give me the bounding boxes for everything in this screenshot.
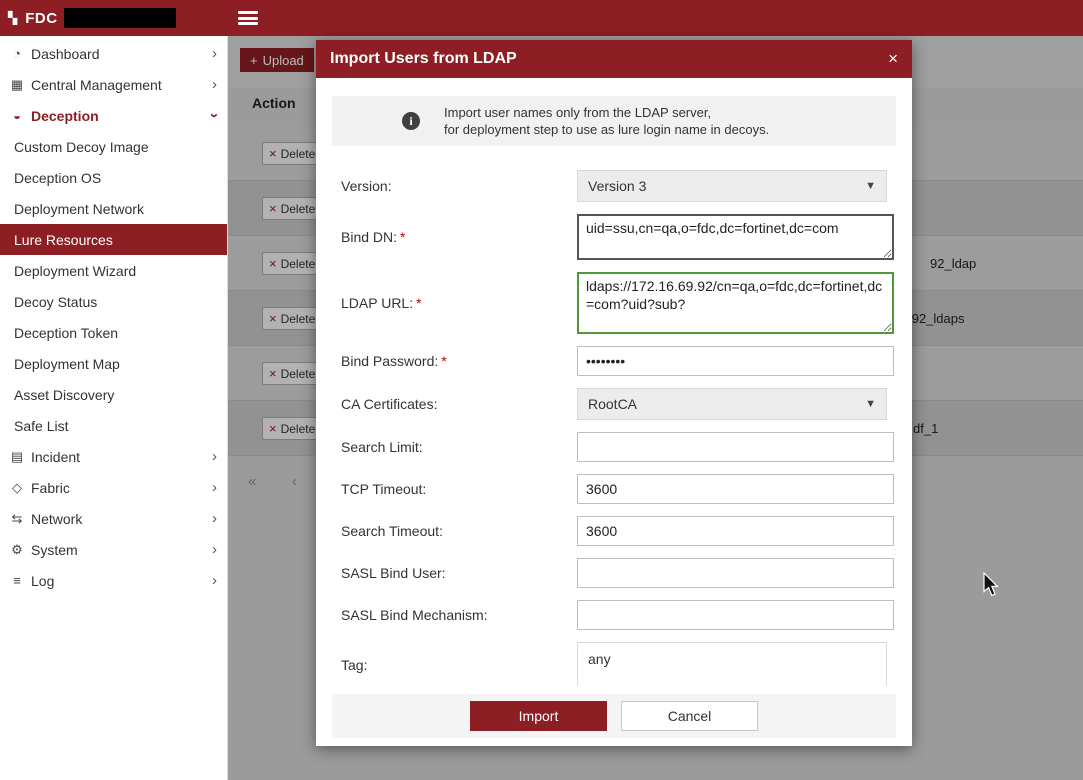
incident-icon: ▤ <box>8 449 26 465</box>
chevron-right-icon: › <box>212 480 217 495</box>
sidebar-item-system[interactable]: ⚙ System › <box>0 534 227 565</box>
search-limit-field[interactable] <box>577 432 894 462</box>
tag-input[interactable]: any <box>577 642 887 686</box>
system-icon: ⚙ <box>8 542 26 558</box>
close-icon[interactable]: × <box>888 49 898 69</box>
info-banner: i Import user names only from the LDAP s… <box>332 96 896 146</box>
sasl-bind-user-label: SASL Bind User: <box>341 565 577 581</box>
sidebar: ◔ Dashboard › ▦ Central Management › ◒ D… <box>0 36 228 780</box>
sasl-bind-mechanism-label: SASL Bind Mechanism: <box>341 607 577 623</box>
dialog-title: Import Users from LDAP <box>330 50 517 68</box>
sidebar-item-log[interactable]: ≡ Log › <box>0 565 227 596</box>
ldap-url-field[interactable]: ldaps://172.16.69.92/cn=qa,o=fdc,dc=fort… <box>577 272 894 334</box>
required-mark: * <box>416 295 421 311</box>
form-row-bind-password: Bind Password:* <box>332 346 896 376</box>
ca-certificates-select[interactable]: RootCA ▼ <box>577 388 887 420</box>
sidebar-item-custom-decoy-image[interactable]: Custom Decoy Image <box>0 131 227 162</box>
sidebar-item-decoy-status[interactable]: Decoy Status <box>0 286 227 317</box>
search-limit-label: Search Limit: <box>341 439 577 455</box>
chevron-down-icon: ▼ <box>865 180 876 192</box>
sasl-bind-mechanism-field[interactable] <box>577 600 894 630</box>
import-button[interactable]: Import <box>470 701 607 731</box>
ldap-form: Version: Version 3 ▼ Bind DN:* uid=ssu,c… <box>332 170 896 686</box>
required-mark: * <box>441 353 446 369</box>
menu-icon[interactable] <box>238 11 258 25</box>
chevron-right-icon: › <box>212 77 217 92</box>
sidebar-item-incident[interactable]: ▤ Incident › <box>0 441 227 472</box>
tcp-timeout-label: TCP Timeout: <box>341 481 577 497</box>
central-management-icon: ▦ <box>8 77 26 93</box>
info-text: Import user names only from the LDAP ser… <box>444 104 769 138</box>
redacted-hostname <box>64 8 176 28</box>
search-timeout-label: Search Timeout: <box>341 523 577 539</box>
app-logo-icon: ▚ <box>8 11 17 25</box>
sidebar-item-deception[interactable]: ◒ Deception › <box>0 100 227 131</box>
deception-icon: ◒ <box>8 108 26 123</box>
version-label: Version: <box>341 178 577 194</box>
sidebar-item-deception-os[interactable]: Deception OS <box>0 162 227 193</box>
app-window: ▚ FDC ◔ Dashboard › ▦ Central Management… <box>0 0 1083 780</box>
bind-dn-label: Bind DN: <box>341 229 397 245</box>
top-bar: ▚ FDC <box>0 0 1083 36</box>
import-users-dialog: Import Users from LDAP × i Import user n… <box>316 40 912 746</box>
tcp-timeout-field[interactable] <box>577 474 894 504</box>
dialog-body: i Import user names only from the LDAP s… <box>316 78 912 686</box>
form-row-search-limit: Search Limit: <box>332 432 896 462</box>
form-row-sasl-bind-user: SASL Bind User: <box>332 558 896 588</box>
sidebar-item-asset-discovery[interactable]: Asset Discovery <box>0 379 227 410</box>
required-mark: * <box>400 229 405 245</box>
sidebar-item-safe-list[interactable]: Safe List <box>0 410 227 441</box>
dashboard-icon: ◔ <box>8 46 26 61</box>
bind-password-field[interactable] <box>577 346 894 376</box>
ldap-url-label: LDAP URL: <box>341 295 413 311</box>
chevron-right-icon: › <box>212 573 217 588</box>
bind-dn-field[interactable]: uid=ssu,cn=qa,o=fdc,dc=fortinet,dc=com <box>577 214 894 260</box>
version-select[interactable]: Version 3 ▼ <box>577 170 887 202</box>
sasl-bind-user-field[interactable] <box>577 558 894 588</box>
app-brand: FDC <box>25 10 57 27</box>
chevron-right-icon: › <box>212 542 217 557</box>
tag-label: Tag: <box>341 657 577 673</box>
cancel-button[interactable]: Cancel <box>621 701 758 731</box>
search-timeout-field[interactable] <box>577 516 894 546</box>
network-icon: ⇆ <box>8 511 26 527</box>
sidebar-item-deployment-network[interactable]: Deployment Network <box>0 193 227 224</box>
form-row-bind-dn: Bind DN:* uid=ssu,cn=qa,o=fdc,dc=fortine… <box>332 214 896 260</box>
chevron-right-icon: › <box>212 46 217 61</box>
sidebar-item-dashboard[interactable]: ◔ Dashboard › <box>0 38 227 69</box>
sidebar-item-deception-token[interactable]: Deception Token <box>0 317 227 348</box>
log-icon: ≡ <box>8 573 26 588</box>
dialog-footer: Import Cancel <box>332 694 896 738</box>
form-row-sasl-bind-mechanism: SASL Bind Mechanism: <box>332 600 896 630</box>
fabric-icon: ◇ <box>8 480 26 496</box>
chevron-right-icon: › <box>212 449 217 464</box>
form-row-search-timeout: Search Timeout: <box>332 516 896 546</box>
sidebar-item-lure-resources[interactable]: Lure Resources <box>0 224 227 255</box>
ca-certificates-label: CA Certificates: <box>341 396 577 412</box>
chevron-down-icon: › <box>207 113 222 118</box>
form-row-ca-certificates: CA Certificates: RootCA ▼ <box>332 388 896 420</box>
sidebar-item-network[interactable]: ⇆ Network › <box>0 503 227 534</box>
sidebar-item-fabric[interactable]: ◇ Fabric › <box>0 472 227 503</box>
form-row-tag: Tag: any <box>332 642 896 686</box>
chevron-down-icon: ▼ <box>865 398 876 410</box>
form-row-ldap-url: LDAP URL:* ldaps://172.16.69.92/cn=qa,o=… <box>332 272 896 334</box>
form-row-version: Version: Version 3 ▼ <box>332 170 896 202</box>
info-icon: i <box>402 112 420 130</box>
sidebar-item-deployment-map[interactable]: Deployment Map <box>0 348 227 379</box>
chevron-right-icon: › <box>212 511 217 526</box>
bind-password-label: Bind Password: <box>341 353 438 369</box>
sidebar-item-central-management[interactable]: ▦ Central Management › <box>0 69 227 100</box>
sidebar-item-deployment-wizard[interactable]: Deployment Wizard <box>0 255 227 286</box>
dialog-header: Import Users from LDAP × <box>316 40 912 78</box>
form-row-tcp-timeout: TCP Timeout: <box>332 474 896 504</box>
